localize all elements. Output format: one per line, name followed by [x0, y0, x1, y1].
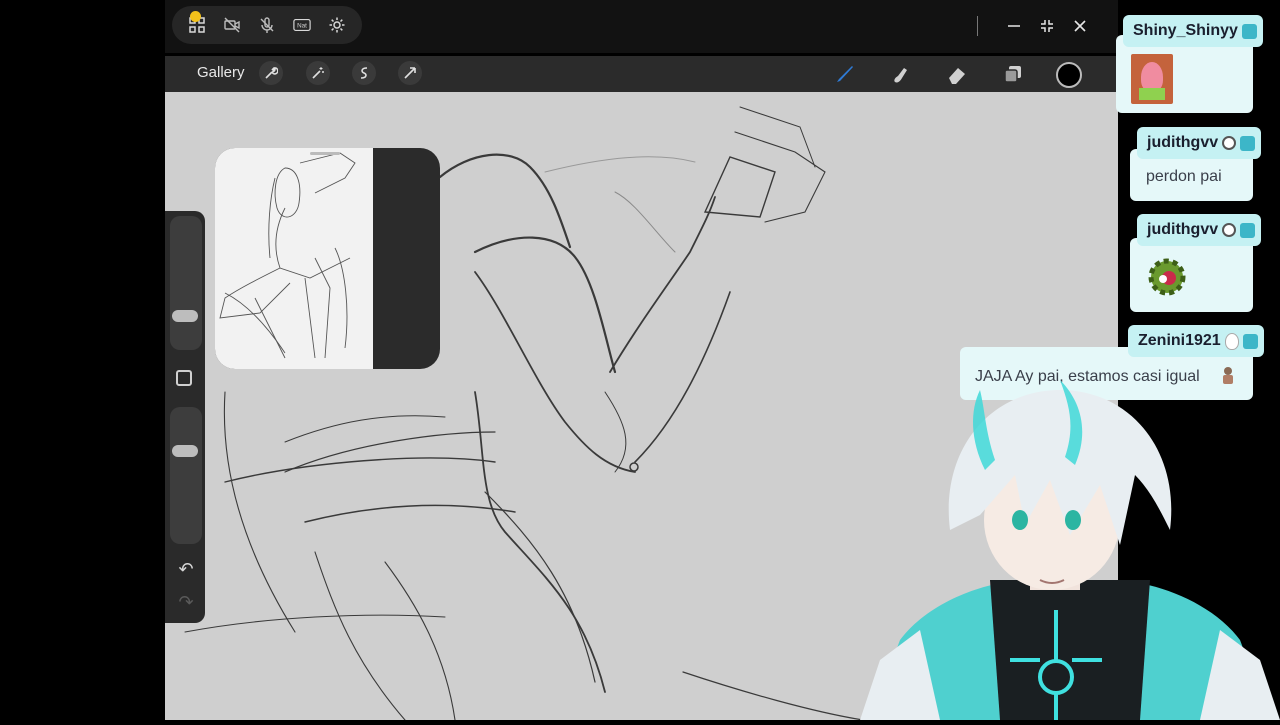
clock-badge-icon: [1222, 223, 1237, 237]
clock-badge-icon: [1222, 136, 1237, 150]
reference-window[interactable]: [215, 148, 440, 369]
reference-drag-handle[interactable]: [310, 152, 340, 155]
gallery-button[interactable]: Gallery: [197, 64, 245, 81]
username-text: Zenini1921: [1138, 332, 1221, 349]
chat-username: Shiny_Shinyy: [1123, 15, 1263, 47]
modify-square-icon[interactable]: [176, 370, 192, 386]
undo-icon[interactable]: ↶: [174, 559, 198, 580]
vtuber-avatar-icon: [860, 380, 1280, 720]
subscriber-badge-icon: [1240, 222, 1256, 238]
subscriber-badge-icon: [1241, 23, 1257, 39]
smudge-icon[interactable]: [887, 60, 915, 88]
eraser-icon[interactable]: [943, 60, 971, 88]
chat-text: perdon pai: [1146, 168, 1222, 185]
subscriber-badge-icon: [1240, 135, 1256, 151]
chat-username: judithgvv: [1137, 127, 1262, 159]
collapse-icon[interactable]: [1035, 14, 1059, 38]
chat-username: judithgvv: [1137, 214, 1262, 246]
camera-off-icon[interactable]: [221, 14, 243, 36]
subscriber-badge-icon: [1242, 333, 1258, 349]
username-text: Shiny_Shinyy: [1133, 22, 1238, 39]
transform-arrow-icon[interactable]: [398, 61, 422, 85]
username-text: judithgvv: [1147, 134, 1219, 151]
stream-controls: Nat: [172, 6, 362, 44]
selection-icon[interactable]: [352, 61, 376, 85]
brush-size-thumb[interactable]: [172, 310, 198, 322]
username-text: judithgvv: [1147, 221, 1219, 238]
brush-size-slider[interactable]: [170, 216, 202, 350]
recording-indicator: [190, 11, 201, 22]
mic-off-icon[interactable]: [256, 14, 278, 36]
nat-icon[interactable]: Nat: [291, 14, 313, 36]
egg-badge-icon: [1224, 332, 1239, 350]
gear-icon[interactable]: [326, 14, 348, 36]
wrench-icon[interactable]: [259, 61, 283, 85]
opacity-slider[interactable]: [170, 407, 202, 544]
nat-label: Nat: [297, 23, 307, 30]
minimize-icon[interactable]: [1002, 14, 1026, 38]
color-swatch[interactable]: [1056, 62, 1082, 88]
magic-wand-icon[interactable]: [306, 61, 330, 85]
patrick-emote-icon: [1131, 54, 1173, 104]
reference-sketch-image: [215, 148, 373, 369]
gear-emote-icon: [1146, 255, 1188, 299]
layers-icon[interactable]: [999, 60, 1027, 88]
redo-icon[interactable]: ↷: [174, 592, 198, 613]
brush-icon[interactable]: [831, 60, 859, 88]
opacity-thumb[interactable]: [172, 445, 198, 457]
close-icon[interactable]: [1068, 14, 1092, 38]
chat-username: Zenini1921: [1128, 325, 1264, 357]
divider: [977, 16, 978, 36]
